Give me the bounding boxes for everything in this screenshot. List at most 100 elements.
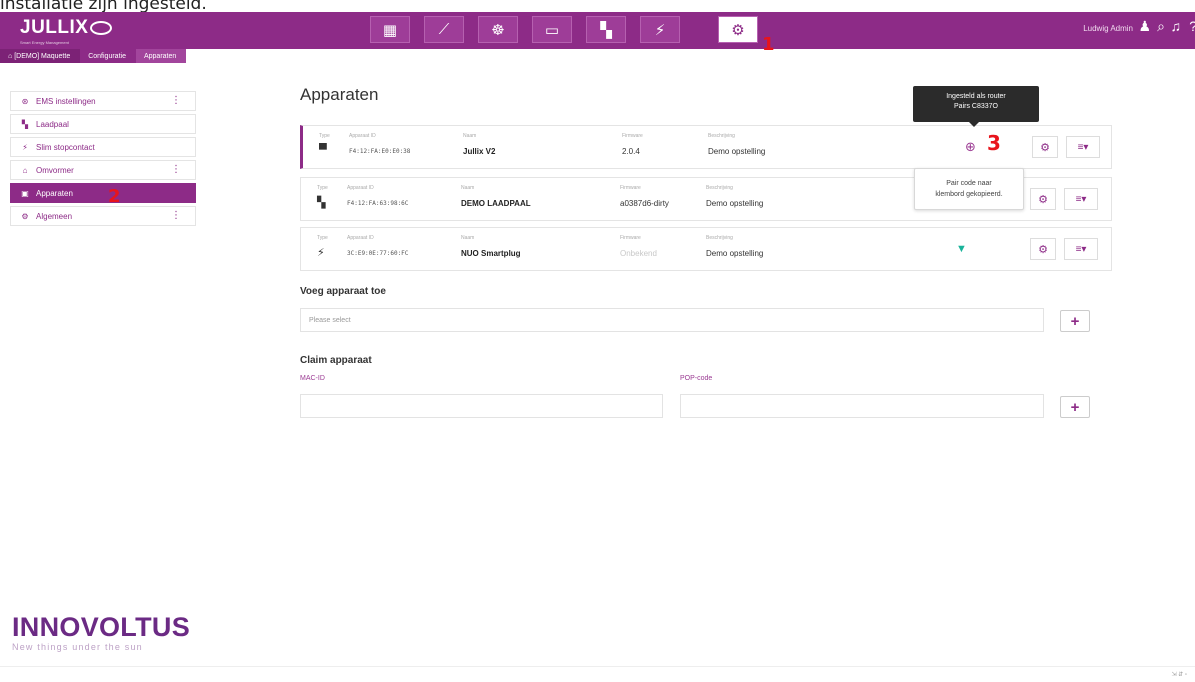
menu-icon: ≡▾: [1075, 243, 1087, 255]
nav-charger-button[interactable]: ▚: [586, 16, 626, 43]
inverter-icon: ⌂: [22, 165, 28, 175]
menu-icon: ≡▾: [1077, 141, 1089, 153]
top-navigation-bar: JULLIX Smart Energy Management ▦ ⟋ ☸ ▭ ▚…: [0, 12, 1195, 49]
sidebar-item-algemeen[interactable]: ⚙ Algemeen ⋮: [10, 206, 196, 226]
claim-device-button[interactable]: +: [1060, 396, 1090, 418]
caption-text: installatie zijn ingesteld.: [0, 0, 207, 14]
settings-button[interactable]: ⚙: [1030, 238, 1056, 260]
tooltip-line: klembord gekopieerd.: [935, 191, 1003, 198]
more-icon[interactable]: ⋮: [171, 210, 181, 221]
type-label: Type: [317, 185, 328, 191]
add-device-button[interactable]: +: [1060, 310, 1090, 332]
description-label: Beschrijving: [706, 185, 733, 191]
type-label: Type: [319, 133, 330, 139]
device-id: 3C:E9:0E:77:60:FC: [347, 250, 409, 257]
sidebar: ⊛ EMS instellingen ⋮ ▚ Laadpaal ⚡ Slim stopc…: [10, 91, 196, 229]
network-icon[interactable]: ⊕: [965, 139, 976, 155]
brain-icon: ☸: [491, 21, 505, 39]
device-select[interactable]: Please select: [300, 308, 1044, 332]
nav-brain-button[interactable]: ☸: [478, 16, 518, 43]
annotation-marker-2: 2: [108, 186, 121, 207]
sidebar-item-slim-stopcontact[interactable]: ⚡ Slim stopcontact: [10, 137, 196, 157]
annotation-marker-1: 1: [762, 34, 775, 55]
sidebar-item-label: Apparaten: [36, 188, 73, 198]
device-firmware: Onbekend: [620, 249, 657, 258]
devices-icon: ▣: [21, 188, 29, 198]
device-firmware: 2.0.4: [622, 147, 640, 156]
gear-icon: ⚙: [21, 211, 29, 221]
device-name: Jullix V2: [463, 147, 496, 156]
jullix-logo[interactable]: JULLIX: [20, 17, 113, 39]
sidebar-item-ems[interactable]: ⊛ EMS instellingen ⋮: [10, 91, 196, 111]
pop-code-label: POP-code: [680, 375, 713, 382]
device-card-smartplug[interactable]: Type Apparaat ID Naam Firmware Beschrijv…: [300, 227, 1112, 271]
device-name: DEMO LAADPAAL: [461, 199, 531, 208]
device-description: Demo opstelling: [706, 249, 764, 258]
plug-icon: ⚡: [654, 21, 666, 39]
name-label: Naam: [463, 133, 477, 139]
battery-icon: ▭: [544, 21, 560, 39]
help-icon[interactable]: ?: [1189, 18, 1195, 34]
firmware-label: Firmware: [620, 185, 641, 191]
sidebar-item-label: Algemeen: [36, 211, 73, 221]
search-icon[interactable]: ⌕: [1157, 18, 1165, 35]
gear-icon: ⚙: [1040, 141, 1050, 154]
annotation-marker-3: 3: [987, 131, 1001, 155]
sidebar-item-label: Omvormer: [36, 165, 74, 175]
breadcrumb: ⌂ [DEMO] Maquette Configuratie Apparaten: [0, 49, 187, 63]
gear-icon: ⚙: [1038, 243, 1048, 256]
user-icon[interactable]: ♟: [1138, 18, 1151, 35]
footer-divider: [0, 666, 1195, 667]
description-label: Beschrijving: [706, 235, 733, 241]
name-label: Naam: [461, 185, 475, 191]
settings-button[interactable]: ⚙: [1032, 136, 1058, 158]
logo-text: JULLIX: [20, 17, 89, 38]
breadcrumb-apparaten-label: Apparaten: [143, 52, 177, 60]
charger-icon: ▚: [21, 119, 29, 129]
mac-id-label: MAC-ID: [300, 375, 325, 382]
tooltip-line: Ingesteld als router: [946, 93, 1006, 100]
brand-tagline: New things under the sun: [12, 642, 143, 652]
charger-icon: ▚: [317, 197, 326, 209]
device-id: F4:12:FA:E0:E0:38: [349, 148, 411, 155]
pop-code-field[interactable]: [680, 394, 1044, 418]
breadcrumb-configuratie[interactable]: Configuratie: [80, 49, 136, 63]
nav-settings-button[interactable]: ⚙: [718, 16, 758, 43]
more-icon[interactable]: ⋮: [171, 164, 181, 175]
id-label: Apparaat ID: [347, 235, 374, 241]
sidebar-item-omvormer[interactable]: ⌂ Omvormer ⋮: [10, 160, 196, 180]
type-label: Type: [317, 235, 328, 241]
wifi-icon: ▼: [956, 243, 967, 255]
sidebar-item-laadpaal[interactable]: ▚ Laadpaal: [10, 114, 196, 134]
id-label: Apparaat ID: [347, 185, 374, 191]
nav-plug-button[interactable]: ⚡: [640, 16, 680, 43]
mac-id-field[interactable]: [300, 394, 663, 418]
gear-icon: ⚙: [1038, 193, 1048, 206]
nav-battery-button[interactable]: ▭: [532, 16, 572, 43]
breadcrumb-apparaten[interactable]: Apparaten: [135, 49, 187, 63]
router-icon: ▀: [319, 144, 327, 156]
device-id: F4:12:FA:63:98:6C: [347, 200, 409, 207]
sidebar-item-apparaten[interactable]: ▣ Apparaten: [10, 183, 196, 203]
breadcrumb-home[interactable]: ⌂ [DEMO] Maquette: [0, 49, 81, 63]
sidebar-item-label: Slim stopcontact: [36, 142, 95, 152]
nav-dashboard-button[interactable]: ▦: [370, 16, 410, 43]
user-name[interactable]: Ludwig Admin: [1083, 24, 1133, 33]
logo-subtitle: Smart Energy Management: [20, 40, 69, 45]
id-label: Apparaat ID: [349, 133, 376, 139]
description-label: Beschrijving: [708, 133, 735, 139]
more-icon[interactable]: ⋮: [171, 95, 181, 106]
device-firmware: a0387d6-dirty: [620, 199, 669, 208]
firmware-label: Firmware: [622, 133, 643, 139]
router-tooltip: Ingesteld als router Pairs C8337O: [913, 86, 1039, 127]
menu-dropdown-button[interactable]: ≡▾: [1066, 136, 1100, 158]
gear-icon: ⚙: [731, 21, 745, 39]
menu-dropdown-button[interactable]: ≡▾: [1064, 238, 1098, 260]
menu-dropdown-button[interactable]: ≡▾: [1064, 188, 1098, 210]
breadcrumb-configuratie-label: Configuratie: [88, 52, 126, 60]
brand-name: INNOVOLTUS: [12, 612, 190, 642]
breadcrumb-home-label: [DEMO] Maquette: [14, 52, 71, 60]
settings-button[interactable]: ⚙: [1030, 188, 1056, 210]
nav-chart-button[interactable]: ⟋: [424, 16, 464, 43]
bell-icon[interactable]: ♫: [1171, 18, 1182, 34]
